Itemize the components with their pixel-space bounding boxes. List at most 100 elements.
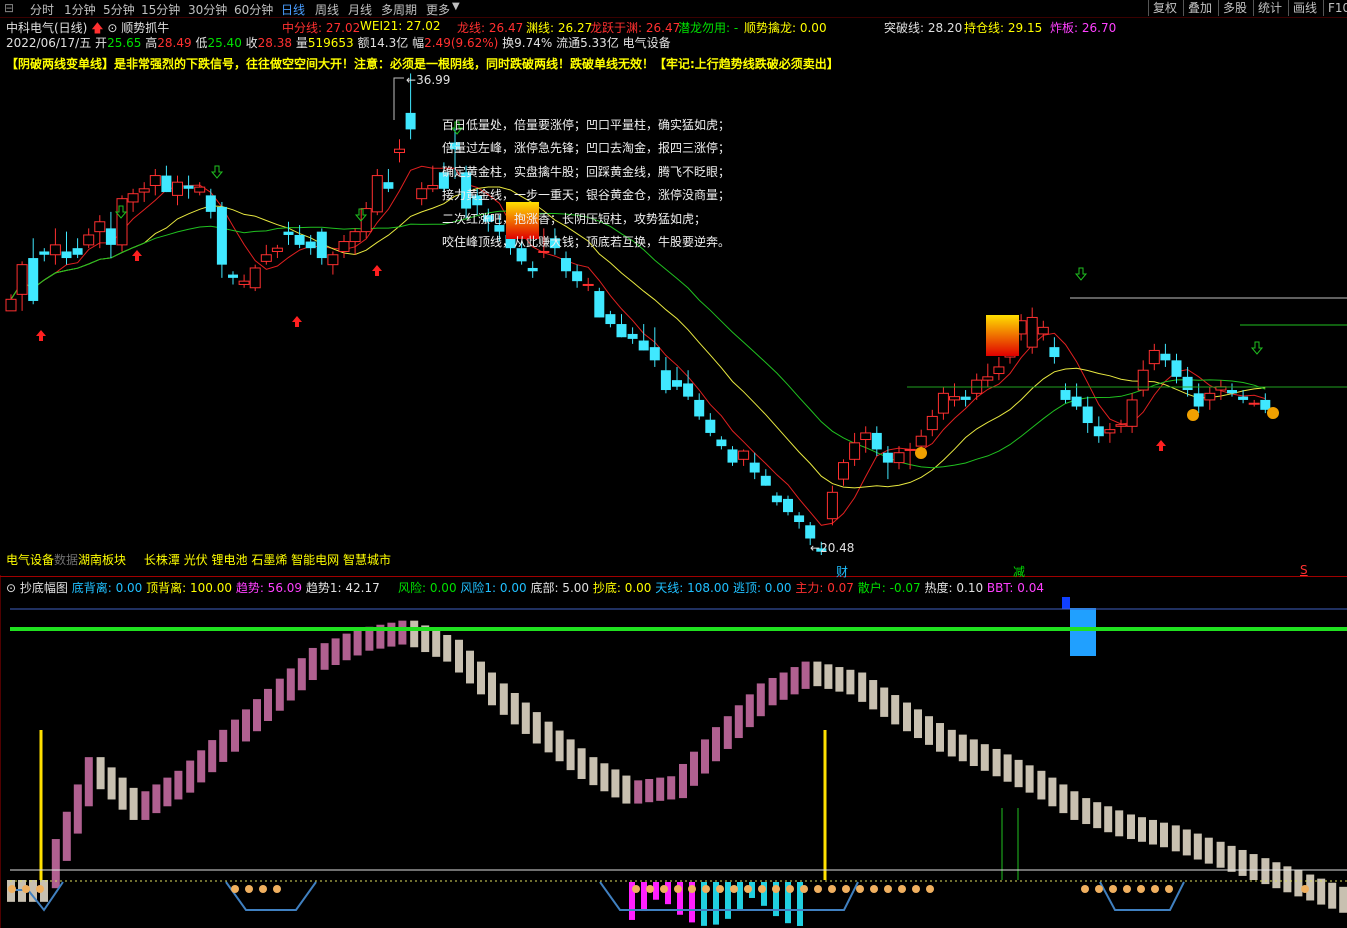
candle-body[interactable] (660, 370, 671, 391)
candle-body[interactable] (127, 193, 139, 203)
candle-body[interactable] (582, 283, 594, 286)
sub-bar[interactable] (499, 683, 508, 715)
sub-bar[interactable] (477, 661, 485, 695)
sub-bar[interactable] (1115, 810, 1124, 837)
candle-body[interactable] (1126, 399, 1138, 427)
sub-bar[interactable] (96, 757, 105, 790)
tab-multi-period[interactable]: 多周期 (381, 1, 417, 18)
cai-marker[interactable]: 财 (836, 563, 848, 580)
sub-bar[interactable] (723, 716, 732, 749)
sub-bar[interactable] (634, 780, 643, 804)
sub-bar[interactable] (1193, 833, 1202, 860)
sub-bar[interactable] (903, 702, 911, 732)
sub-bar[interactable] (958, 734, 967, 762)
sub-bar[interactable] (107, 767, 116, 800)
candle-body[interactable] (705, 419, 716, 433)
candle-body[interactable] (871, 432, 882, 450)
sub-bar[interactable] (253, 699, 261, 732)
candle-body[interactable] (39, 251, 50, 255)
sub-bar[interactable] (1171, 825, 1180, 852)
sub-bar[interactable] (141, 791, 150, 820)
sub-bar[interactable] (1294, 870, 1303, 897)
sub-bar[interactable] (645, 778, 654, 803)
candle-body[interactable] (61, 251, 72, 259)
candle-body[interactable] (1182, 376, 1193, 391)
jian-marker[interactable]: 减 (1013, 563, 1025, 580)
sub-bar[interactable] (555, 730, 564, 762)
sub-bar[interactable] (701, 739, 709, 774)
candle-body[interactable] (749, 462, 760, 473)
tab-60min[interactable]: 60分钟 (234, 1, 273, 18)
sub-bar[interactable] (1093, 802, 1102, 829)
sub-bar[interactable] (242, 709, 250, 742)
tab-fenshi[interactable]: 分时 (30, 1, 54, 18)
sub-bar[interactable] (790, 667, 799, 695)
candle-body[interactable] (937, 392, 949, 414)
sub-bar[interactable] (1138, 817, 1146, 842)
candle-body[interactable] (238, 280, 250, 285)
sub-bar[interactable] (544, 721, 553, 753)
candle-body[interactable] (727, 449, 738, 463)
sub-bar[interactable] (62, 811, 71, 861)
candle-body[interactable] (5, 298, 17, 312)
candle-body[interactable] (904, 448, 916, 451)
sub-bar[interactable] (1204, 837, 1213, 864)
sub-bar[interactable] (690, 751, 698, 786)
sub-bar[interactable] (118, 777, 127, 810)
tab-daily[interactable]: 日线 (281, 1, 305, 18)
candle-body[interactable] (649, 347, 660, 361)
sub-bar[interactable] (231, 719, 239, 752)
candle-body[interactable] (194, 186, 206, 193)
toolbar-menu-icon[interactable]: ⊟ (4, 1, 14, 15)
sub-bar[interactable] (387, 622, 396, 647)
candle-body[interactable] (1060, 390, 1071, 400)
candle-body[interactable] (383, 182, 394, 189)
candle-body[interactable] (149, 175, 161, 186)
candle-body[interactable] (83, 234, 95, 246)
candle-body[interactable] (805, 525, 816, 539)
candle-body[interactable] (316, 231, 327, 259)
candle-body[interactable] (760, 475, 771, 486)
candle-body[interactable] (638, 340, 649, 351)
sub-bar[interactable] (1339, 886, 1347, 913)
candle-body[interactable] (161, 175, 172, 193)
candle-body[interactable] (1026, 316, 1038, 348)
candle-body[interactable] (1049, 347, 1060, 358)
sub-bar[interactable] (297, 658, 306, 691)
sub-bar[interactable] (163, 777, 172, 807)
candle-body[interactable] (216, 206, 227, 265)
sub-bar[interactable] (1003, 754, 1012, 782)
candle-body[interactable] (826, 491, 838, 520)
sub-bar[interactable] (1082, 798, 1091, 825)
sub-bar[interactable] (410, 620, 419, 648)
candle-body[interactable] (1037, 326, 1049, 335)
candle-body[interactable] (249, 267, 261, 289)
tab-monthly[interactable]: 月线 (348, 1, 372, 18)
sub-bar[interactable] (880, 687, 889, 717)
sub-bar[interactable] (1048, 777, 1057, 807)
candle-body[interactable] (1171, 360, 1182, 377)
sub-bar[interactable] (622, 775, 631, 804)
sub-bar[interactable] (1317, 878, 1326, 905)
sub-bar[interactable] (455, 639, 463, 673)
tab-more[interactable]: 更多 (426, 1, 450, 18)
candle-body[interactable] (416, 188, 428, 200)
diejia-button[interactable]: 叠加 (1183, 0, 1216, 16)
candle-body[interactable] (1082, 406, 1093, 424)
sub-bar[interactable] (532, 712, 541, 744)
f10-button[interactable]: F10 (1323, 0, 1347, 16)
sub-bar[interactable] (846, 669, 855, 695)
sub-bar[interactable] (73, 784, 82, 834)
candle-body[interactable] (294, 234, 305, 245)
sub-bar[interactable] (589, 757, 598, 786)
tab-5min[interactable]: 5分钟 (103, 1, 135, 18)
sub-bar[interactable] (947, 729, 956, 757)
sub-bar[interactable] (152, 784, 161, 814)
sub-bar[interactable] (1070, 791, 1079, 820)
sub-bar[interactable] (734, 705, 743, 739)
sub-bar[interactable] (756, 683, 765, 717)
sub-bar[interactable] (342, 633, 351, 661)
candle-body[interactable] (627, 333, 638, 339)
candle-body[interactable] (260, 254, 272, 262)
candle-body[interactable] (1260, 399, 1271, 410)
